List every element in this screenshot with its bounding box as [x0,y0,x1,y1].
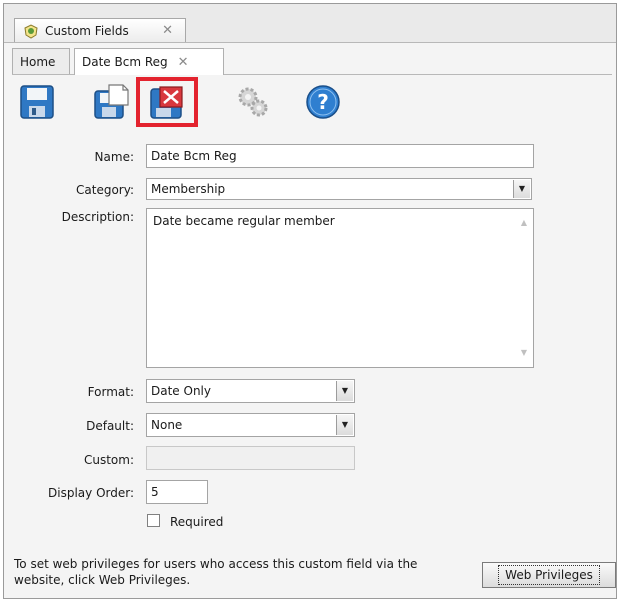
format-label: Format: [87,385,134,399]
default-label: Default: [86,419,134,433]
display-order-field[interactable]: 5 [146,480,208,504]
category-value: Membership [151,182,226,196]
delete-highlight [136,77,198,127]
default-dropdown-arrow-icon[interactable]: ▼ [336,415,353,435]
scroll-up-icon[interactable]: ▲ [521,215,527,231]
description-label: Description: [61,210,134,224]
display-order-value: 5 [151,485,159,499]
window-tab-strip: Custom Fields ✕ [4,4,616,43]
custom-label: Custom: [83,453,134,467]
svg-text:?: ? [317,90,329,114]
window-tab-label: Custom Fields [45,23,129,38]
save-icon[interactable] [18,83,56,121]
tab-home-label: Home [20,54,56,69]
web-privileges-button-label: Web Privileges [498,565,600,585]
default-value: None [151,418,183,432]
category-label: Category: [76,183,134,197]
settings-icon[interactable] [234,83,272,121]
document-tab-strip: Home Date Bcm Reg ✕ [12,48,612,75]
custom-fields-app-icon [24,23,38,39]
tab-date-bcm-reg[interactable]: Date Bcm Reg ✕ [74,48,224,75]
category-select[interactable]: Membership ▼ [146,178,532,200]
description-value: Date became regular member [153,214,335,228]
window-tab-custom-fields[interactable]: Custom Fields ✕ [14,18,186,42]
required-checkbox[interactable] [147,514,160,527]
tab-close-icon[interactable]: ✕ [178,55,189,70]
required-label: Required [170,515,224,529]
custom-field [146,446,355,470]
name-field[interactable]: Date Bcm Reg [146,144,534,168]
name-label: Name: [94,150,134,164]
window-tab-close-icon[interactable]: ✕ [162,23,173,38]
help-icon[interactable]: ? [304,83,342,121]
web-privileges-button[interactable]: Web Privileges [482,562,616,588]
custom-fields-window: Custom Fields ✕ Home Date Bcm Reg ✕ ? Na… [3,3,617,599]
default-select[interactable]: None ▼ [146,413,355,437]
format-dropdown-arrow-icon[interactable]: ▼ [336,381,353,401]
toolbar: ? [12,77,612,129]
format-value: Date Only [151,384,211,398]
tab-home[interactable]: Home [12,48,70,74]
name-value: Date Bcm Reg [151,149,237,163]
category-dropdown-arrow-icon[interactable]: ▼ [513,180,530,198]
scroll-down-icon[interactable]: ▼ [521,345,527,361]
description-textarea[interactable]: Date became regular member ▲ ▼ [146,208,534,368]
save-new-icon[interactable] [92,83,130,121]
web-privileges-info-text: To set web privileges for users who acce… [14,557,418,587]
format-select[interactable]: Date Only ▼ [146,379,355,403]
display-order-label: Display Order: [48,486,134,500]
tab-date-bcm-reg-label: Date Bcm Reg [82,55,168,69]
